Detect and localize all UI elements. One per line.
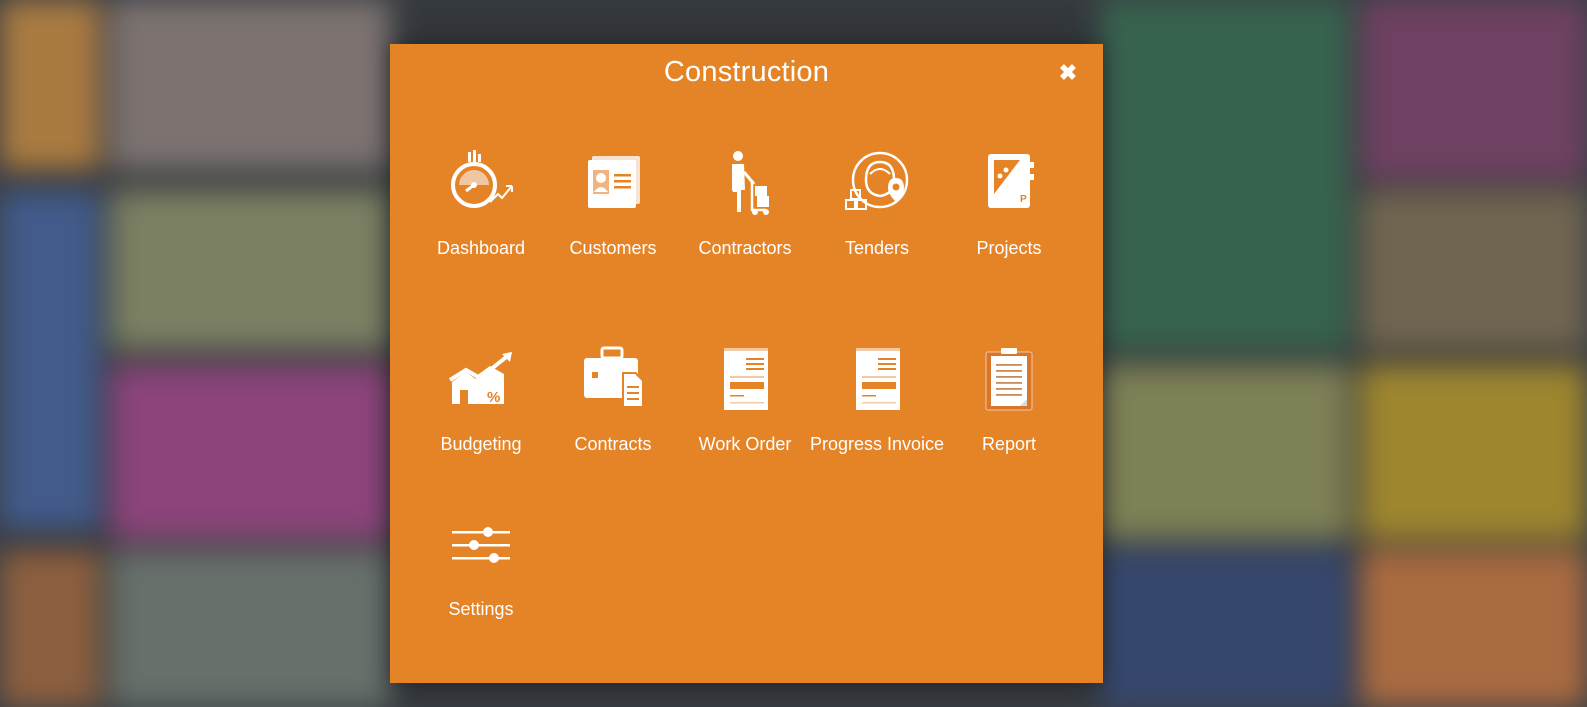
app-budgeting[interactable]: % Budgeting — [414, 346, 548, 476]
app-label: Progress Invoice — [810, 434, 945, 454]
contracts-icon — [578, 346, 648, 416]
app-label: Dashboard — [436, 238, 526, 258]
projects-icon: P — [974, 150, 1044, 220]
app-projects[interactable]: P Projects — [942, 150, 1076, 280]
app-work-order[interactable]: Work Order — [678, 346, 812, 476]
close-icon[interactable]: ✖ — [1057, 62, 1079, 84]
app-report[interactable]: Report — [942, 346, 1076, 476]
work-order-icon — [710, 346, 780, 416]
app-label: Budgeting — [440, 434, 522, 454]
customers-icon — [578, 150, 648, 220]
app-label: Tenders — [844, 238, 910, 258]
report-icon — [974, 346, 1044, 416]
app-dashboard[interactable]: Dashboard — [414, 150, 548, 280]
app-label: Contracts — [574, 434, 652, 454]
construction-modal: Construction ✖ Dashboard Customers Contr… — [390, 44, 1103, 683]
app-settings[interactable]: Settings — [414, 521, 548, 651]
app-customers[interactable]: Customers — [546, 150, 680, 280]
contractors-icon — [710, 150, 780, 220]
app-contractors[interactable]: Contractors — [678, 150, 812, 280]
budgeting-icon: % — [446, 346, 516, 416]
settings-icon — [446, 521, 516, 591]
app-label: Contractors — [698, 238, 792, 258]
svg-text:%: % — [487, 389, 500, 406]
app-tenders[interactable]: Tenders — [810, 150, 944, 280]
svg-text:P: P — [1020, 194, 1027, 205]
app-progress-invoice[interactable]: Progress Invoice — [810, 346, 944, 476]
app-contracts[interactable]: Contracts — [546, 346, 680, 476]
app-label: Customers — [569, 238, 657, 258]
app-label: Settings — [448, 599, 514, 619]
app-label: Report — [981, 434, 1037, 454]
modal-title: Construction — [663, 56, 830, 88]
progress-invoice-icon — [842, 346, 912, 416]
app-label: Work Order — [698, 434, 792, 454]
app-label: Projects — [976, 238, 1042, 258]
tenders-icon — [842, 150, 912, 220]
dashboard-icon — [446, 150, 516, 220]
